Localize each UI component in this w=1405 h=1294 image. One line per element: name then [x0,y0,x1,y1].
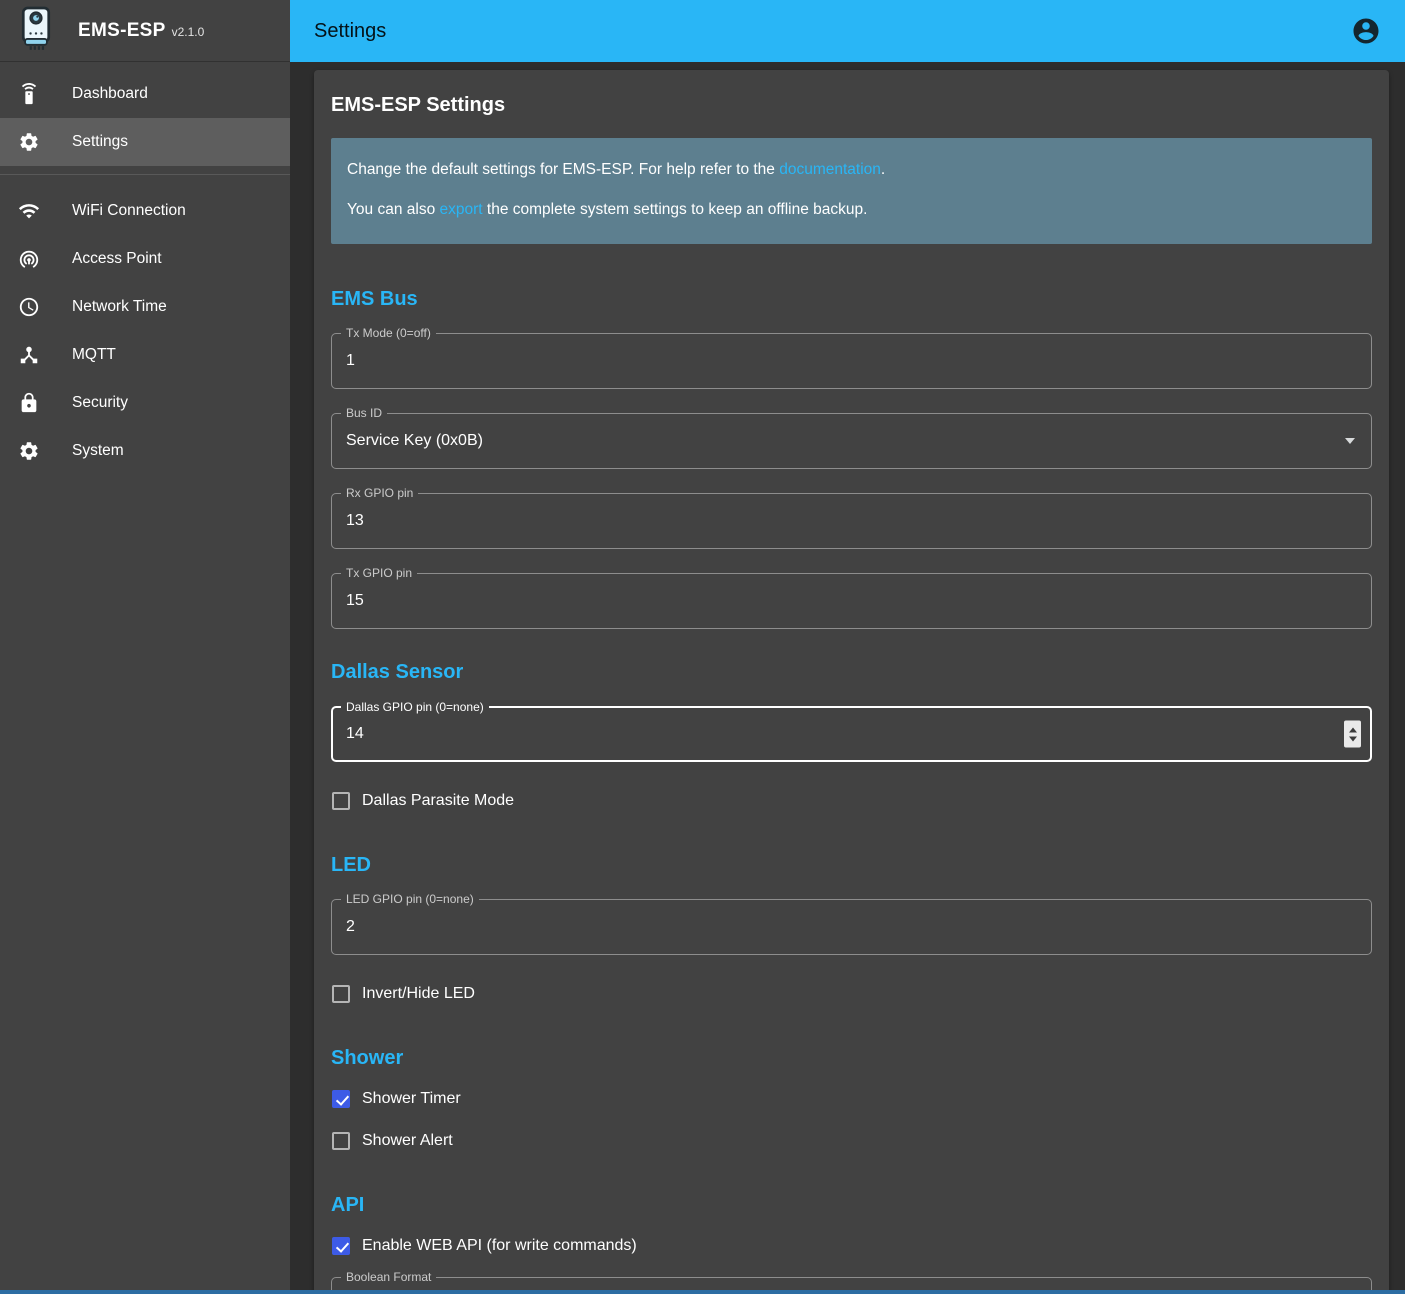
documentation-link[interactable]: documentation [779,161,881,178]
sidebar-item-dashboard[interactable]: Dashboard [0,70,290,118]
sidebar-nav-top: Dashboard Settings [0,62,290,174]
dallas-gpio-field[interactable]: Dallas GPIO pin (0=none) 14 [331,706,1372,762]
sidebar-item-label: System [72,442,124,460]
sidebar-item-system[interactable]: System [0,427,290,475]
brand-header: EMS-ESP v2.1.0 [0,0,290,62]
shower-timer-checkbox[interactable]: Shower Timer [331,1078,1372,1120]
enable-web-api-checkbox[interactable]: Enable WEB API (for write commands) [331,1225,1372,1267]
checkbox-icon [332,792,350,810]
tx-mode-field[interactable]: Tx Mode (0=off) 1 [331,333,1372,389]
remote-icon [17,82,41,106]
chevron-down-icon [1345,438,1355,444]
appbar: Settings [290,0,1405,62]
sidebar-nav-bottom: WiFi Connection Access Point Network Tim… [0,175,290,483]
brand-text: EMS-ESP v2.1.0 [78,20,204,42]
section-title-api: API [331,1194,1372,1217]
app-logo-icon [16,5,56,56]
lock-icon [17,391,41,415]
sidebar-item-mqtt[interactable]: MQTT [0,331,290,379]
wifi-icon [17,199,41,223]
number-spinner[interactable] [1344,721,1361,748]
sidebar-item-label: Dashboard [72,85,148,103]
checkbox-icon [332,985,350,1003]
sidebar-item-label: MQTT [72,346,116,364]
section-title-led: LED [331,854,1372,877]
gear-icon [17,439,41,463]
dallas-parasite-checkbox[interactable]: Dallas Parasite Mode [331,780,1372,822]
clock-icon [17,295,41,319]
bottom-strip [0,1290,1405,1294]
checkbox-icon [332,1132,350,1150]
info-line-2: You can also export the complete system … [347,198,1356,222]
section-title-dallas-sensor: Dallas Sensor [331,661,1372,684]
appbar-title: Settings [314,20,386,43]
device-hub-icon [17,343,41,367]
card-title: EMS-ESP Settings [331,94,1372,117]
gear-icon [17,130,41,154]
sidebar-item-label: Access Point [72,250,162,268]
sidebar-item-wifi-connection[interactable]: WiFi Connection [0,187,290,235]
sidebar-item-settings[interactable]: Settings [0,118,290,166]
spinner-up-icon[interactable] [1349,727,1357,732]
sidebar: EMS-ESP v2.1.0 Dashboard Settings WiFi Co… [0,0,290,1294]
checkbox-icon [332,1237,350,1255]
brand-name: EMS-ESP [78,20,166,41]
sidebar-item-label: WiFi Connection [72,202,186,220]
shower-alert-checkbox[interactable]: Shower Alert [331,1120,1372,1162]
sidebar-item-access-point[interactable]: Access Point [0,235,290,283]
tx-gpio-field[interactable]: Tx GPIO pin 15 [331,573,1372,629]
sidebar-item-network-time[interactable]: Network Time [0,283,290,331]
section-title-ems-bus: EMS Bus [331,288,1372,311]
wifi-tethering-icon [17,247,41,271]
invert-hide-led-checkbox[interactable]: Invert/Hide LED [331,973,1372,1015]
bus-id-select[interactable]: Bus ID Service Key (0x0B) [331,413,1372,469]
sidebar-item-label: Network Time [72,298,167,316]
info-box: Change the default settings for EMS-ESP.… [331,138,1372,244]
info-line-1: Change the default settings for EMS-ESP.… [347,158,1356,182]
main-area: Settings EMS-ESP Settings Change the def… [290,0,1405,1294]
section-title-shower: Shower [331,1047,1372,1070]
checkbox-icon [332,1090,350,1108]
sidebar-item-label: Security [72,394,128,412]
led-gpio-field[interactable]: LED GPIO pin (0=none) 2 [331,899,1372,955]
account-circle-icon[interactable] [1351,16,1381,46]
export-link[interactable]: export [440,201,483,218]
content: EMS-ESP Settings Change the default sett… [290,62,1405,1294]
sidebar-item-label: Settings [72,133,128,151]
rx-gpio-field[interactable]: Rx GPIO pin 13 [331,493,1372,549]
sidebar-item-security[interactable]: Security [0,379,290,427]
brand-version: v2.1.0 [172,25,205,39]
spinner-down-icon[interactable] [1349,736,1357,741]
settings-card: EMS-ESP Settings Change the default sett… [314,70,1389,1294]
